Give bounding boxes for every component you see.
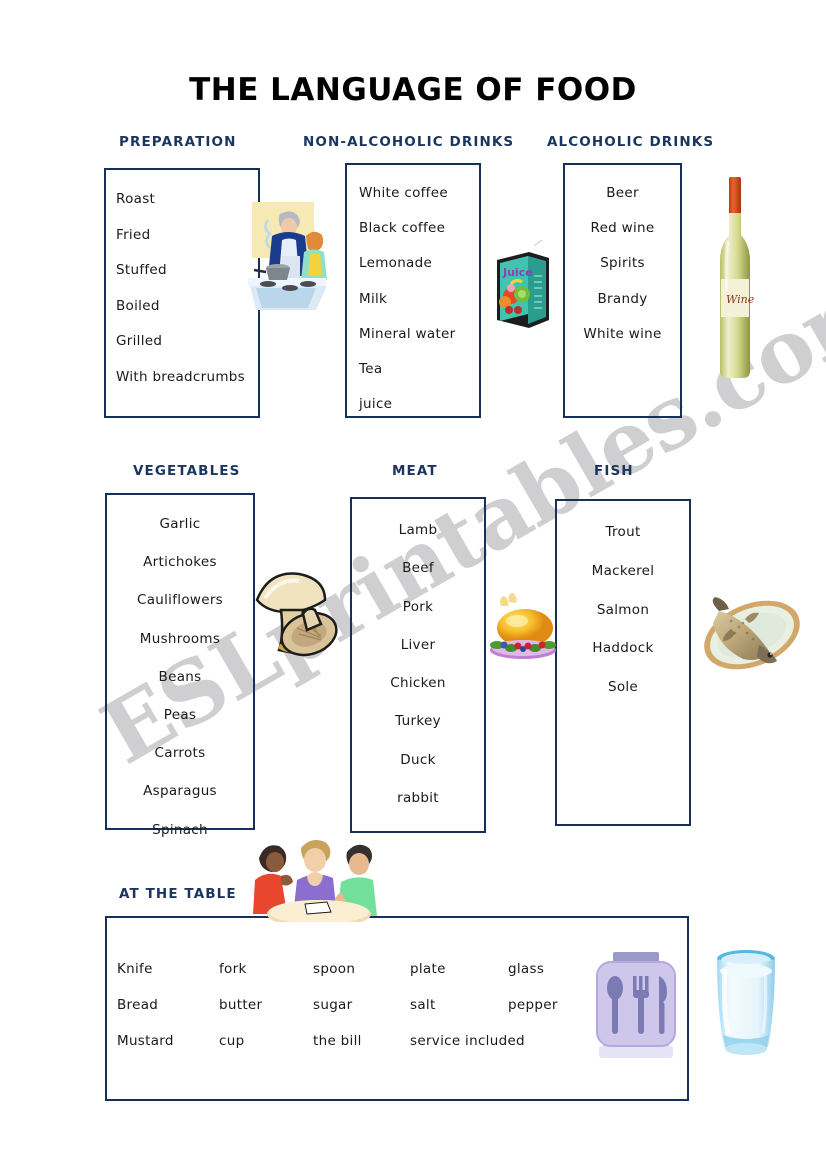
people-at-table-clipart bbox=[249, 830, 389, 928]
list-item: Milk bbox=[359, 290, 388, 307]
meat-list: Lamb Beef Pork Liver Chicken Turkey Duck… bbox=[352, 499, 484, 817]
list-item: Duck bbox=[400, 751, 436, 768]
list-box-fish: Trout Mackerel Salmon Haddock Sole bbox=[555, 499, 691, 826]
list-item: Cauliflowers bbox=[136, 592, 224, 609]
list-item: Trout bbox=[605, 524, 641, 540]
svg-text:Juice: Juice bbox=[502, 266, 533, 279]
section-header-vegetables: VEGETABLES bbox=[133, 463, 241, 479]
at-the-table-grid: Knife fork spoon plate glass Bread butte… bbox=[117, 951, 637, 1059]
list-item: Fried bbox=[116, 226, 151, 243]
list-item: Tea bbox=[359, 361, 383, 378]
list-item: Lemonade bbox=[359, 255, 433, 272]
list-item: Haddock bbox=[592, 640, 654, 657]
section-header-fish: FISH bbox=[594, 463, 634, 479]
list-item: Black coffee bbox=[359, 220, 446, 237]
list-box-vegetables: Garlic Artichokes Cauliflowers Mushrooms… bbox=[105, 493, 255, 838]
table-cell: sugar bbox=[313, 997, 353, 1013]
table-cell: the bill bbox=[313, 1033, 362, 1049]
list-box-non-alcoholic-drinks: White coffee Black coffee Lemonade Milk … bbox=[345, 163, 481, 418]
non-alcoholic-list: White coffee Black coffee Lemonade Milk … bbox=[347, 165, 479, 422]
list-item: Mushrooms bbox=[139, 630, 221, 647]
list-item: Pork bbox=[402, 598, 434, 615]
list-item: Beans bbox=[158, 668, 202, 685]
preparation-list: Roast Fried Stuffed Boiled Grilled With … bbox=[106, 170, 258, 395]
list-item: Liver bbox=[400, 636, 436, 653]
section-header-at-the-table: AT THE TABLE bbox=[119, 886, 237, 902]
list-item: Salmon bbox=[596, 601, 650, 618]
cutlery-icon bbox=[591, 948, 681, 1068]
list-item: Roast bbox=[116, 191, 156, 207]
vegetables-list: Garlic Artichokes Cauliflowers Mushrooms… bbox=[107, 495, 253, 849]
roast-turkey-clipart bbox=[487, 592, 559, 664]
list-item: Mackerel bbox=[591, 562, 655, 579]
list-item: White coffee bbox=[359, 185, 448, 201]
fish-list: Trout Mackerel Salmon Haddock Sole bbox=[557, 501, 689, 707]
list-item: Beef bbox=[402, 560, 434, 577]
wine-bottle-clipart: Wine bbox=[712, 175, 758, 380]
table-cell: Bread bbox=[117, 997, 159, 1013]
list-item: Sole bbox=[607, 679, 639, 696]
list-item: Beer bbox=[606, 185, 639, 201]
list-item: Boiled bbox=[116, 297, 160, 314]
list-box-preparation: Roast Fried Stuffed Boiled Grilled With … bbox=[104, 168, 260, 418]
list-item: Spirits bbox=[600, 255, 645, 272]
juice-carton-clipart: Juice bbox=[489, 238, 555, 338]
list-item: Lamb bbox=[398, 522, 438, 538]
list-item: White wine bbox=[583, 325, 662, 342]
list-item: juice bbox=[359, 396, 393, 413]
list-item: Turkey bbox=[395, 713, 441, 730]
list-item: Spinach bbox=[152, 821, 208, 838]
list-item: Chicken bbox=[390, 675, 446, 692]
table-cell: Mustard bbox=[117, 1033, 174, 1049]
cooking-scene-clipart bbox=[242, 200, 332, 315]
table-cell: cup bbox=[219, 1033, 245, 1049]
list-item: Garlic bbox=[159, 516, 201, 532]
mushrooms-clipart bbox=[247, 558, 347, 668]
water-glass-clipart bbox=[708, 943, 784, 1065]
table-cell: salt bbox=[410, 997, 436, 1013]
table-cell: butter bbox=[219, 997, 263, 1013]
section-header-non-alcoholic-drinks: NON-ALCOHOLIC DRINKS bbox=[303, 134, 515, 150]
section-header-preparation: PREPARATION bbox=[119, 134, 237, 150]
table-cell: plate bbox=[410, 961, 446, 977]
section-header-alcoholic-drinks: ALCOHOLIC DRINKS bbox=[547, 134, 715, 150]
table-cell: Knife bbox=[117, 961, 153, 977]
section-header-meat: MEAT bbox=[392, 463, 438, 479]
table-row: Mustard cup the bill service included bbox=[117, 1023, 637, 1059]
fish-on-platter-clipart bbox=[697, 585, 807, 680]
alcoholic-list: Beer Red wine Spirits Brandy White wine bbox=[565, 165, 680, 352]
table-row: Knife fork spoon plate glass bbox=[117, 951, 637, 987]
list-item: Red wine bbox=[590, 220, 655, 237]
svg-text:Wine: Wine bbox=[726, 293, 755, 306]
list-item: Carrots bbox=[154, 745, 206, 762]
list-item: Asparagus bbox=[143, 783, 217, 800]
table-cell: fork bbox=[219, 961, 247, 977]
table-row: Bread butter sugar salt pepper bbox=[117, 987, 637, 1023]
table-cell: spoon bbox=[313, 961, 356, 977]
list-item: Mineral water bbox=[359, 325, 456, 342]
list-item: Grilled bbox=[116, 333, 163, 349]
list-item: Brandy bbox=[597, 290, 648, 307]
page-title: THE LANGUAGE OF FOOD bbox=[189, 72, 637, 108]
list-item: Stuffed bbox=[116, 262, 167, 278]
list-item: rabbit bbox=[397, 790, 439, 807]
list-box-meat: Lamb Beef Pork Liver Chicken Turkey Duck… bbox=[350, 497, 486, 833]
list-item: Artichokes bbox=[143, 554, 217, 571]
list-item: Peas bbox=[163, 707, 197, 724]
list-item: With breadcrumbs bbox=[116, 368, 245, 385]
list-box-alcoholic-drinks: Beer Red wine Spirits Brandy White wine bbox=[563, 163, 682, 418]
